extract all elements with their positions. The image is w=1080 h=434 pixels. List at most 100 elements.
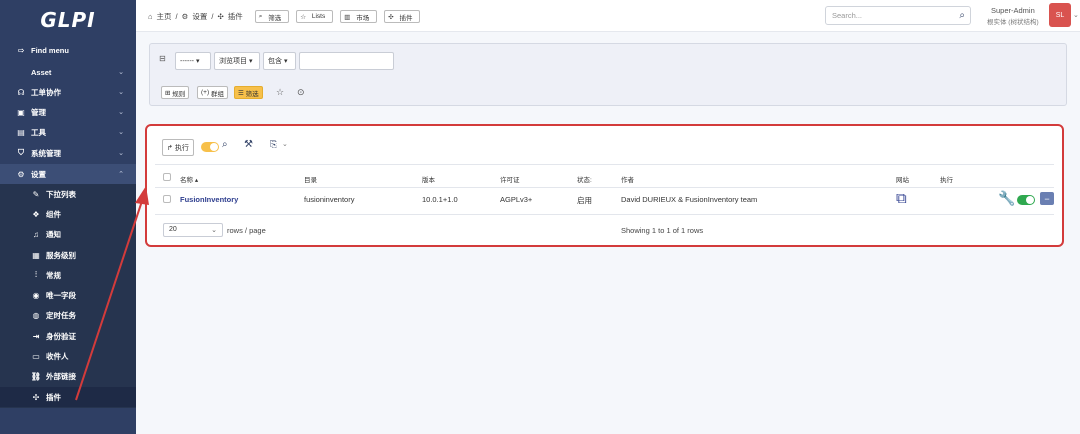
caret-down-icon: ▾ xyxy=(248,58,253,65)
item-type-select[interactable]: 浏览项目 ▾ xyxy=(214,52,260,70)
sidebar-item-asset[interactable]: Asset ⌄ xyxy=(0,62,136,82)
chevron-down-icon[interactable]: ⌄ xyxy=(282,140,288,148)
sidebar-item-assistance[interactable]: ☊ 工单协作 ⌄ xyxy=(0,82,136,102)
sidebar-subitem-unique-fields[interactable]: ◉ 唯一字段 xyxy=(0,285,136,305)
plugin-list-panel: ↱ 执行 ⌕ ⚒ ⎘ ⌄ 名称 ▴ 目录 版本 许可证 状态: 作者 网站 执行… xyxy=(145,124,1064,247)
star-icon: ☆ xyxy=(300,13,307,21)
reset-icon[interactable]: ⊙ xyxy=(297,87,305,98)
chevron-down-icon[interactable]: ⌄ xyxy=(1073,11,1079,19)
criteria-value-input[interactable] xyxy=(299,52,394,70)
clipboard-icon: ▦ xyxy=(32,250,40,260)
sidebar-subitem-authentication[interactable]: ⇥ 身份验证 xyxy=(0,326,136,346)
user-name[interactable]: Super-Admin xyxy=(991,6,1035,15)
breadcrumb-home[interactable]: 主页 xyxy=(157,11,172,22)
column-header-directory[interactable]: 目录 xyxy=(304,174,317,184)
plugin-name-link[interactable]: FusionInventory xyxy=(180,195,238,204)
chevron-down-icon: ⌄ xyxy=(118,150,124,157)
search-criteria-panel: ⊟ ------ ▾ 浏览项目 ▾ 包含 ▾ ⊞ 规则 (+) 群组 ☰ 筛选 … xyxy=(149,43,1067,106)
sidebar: GLPI ⇨ Find menu Asset ⌄ ☊ 工单协作 ⌄ ▣ 管理 ⌄… xyxy=(0,0,136,434)
gear-icon: ⚙ xyxy=(17,169,25,179)
row-checkbox[interactable] xyxy=(163,195,171,203)
marketplace-button[interactable]: ▥ 市场 xyxy=(340,10,378,23)
add-group-button[interactable]: (+) 群组 xyxy=(197,86,228,99)
search-submit-button[interactable]: ☰ 筛选 xyxy=(234,86,263,99)
puzzle-icon: ✣ xyxy=(217,12,224,21)
user-entity[interactable]: 根实体 (树状结构) xyxy=(987,16,1039,26)
column-header-website[interactable]: 网站 xyxy=(896,174,909,184)
star-icon[interactable]: ☆ xyxy=(276,87,284,98)
sidebar-subitem-notifications[interactable]: ♫ 通知 xyxy=(0,224,136,244)
field-select[interactable]: ------ ▾ xyxy=(175,52,211,70)
divider xyxy=(155,164,1054,165)
folder-minus-icon[interactable]: − xyxy=(1040,192,1054,205)
find-menu[interactable]: ⇨ Find menu xyxy=(0,40,136,60)
external-link-icon[interactable]: ⧉ xyxy=(896,190,907,207)
components-icon: ❖ xyxy=(32,209,40,219)
lists-button[interactable]: ☆ Lists xyxy=(296,10,334,23)
search-toggle[interactable] xyxy=(201,142,219,152)
sidebar-item-administration[interactable]: ⛉ 系统管理 ⌄ xyxy=(0,143,136,163)
execute-action-button[interactable]: ↱ 执行 xyxy=(162,139,194,156)
plugin-enable-toggle[interactable] xyxy=(1017,195,1035,205)
fingerprint-icon: ◉ xyxy=(32,290,40,300)
gear-icon: ⚙ xyxy=(181,12,189,21)
divider xyxy=(155,187,1054,188)
sidebar-subitem-dropdowns[interactable]: ✎ 下拉列表 xyxy=(0,184,136,204)
search-icon[interactable]: ⌕ xyxy=(222,139,228,150)
sidebar-subitem-plugins[interactable]: ✣ 插件 xyxy=(0,387,136,407)
rows-per-page-label: rows / page xyxy=(227,226,266,235)
page-size-select[interactable]: 20 ⌄ xyxy=(163,223,223,237)
sidebar-item-tools[interactable]: ▤ 工具 ⌄ xyxy=(0,122,136,142)
brackets-icon: (+) xyxy=(201,89,210,96)
glpi-logo[interactable]: GLPI xyxy=(0,0,136,40)
sidebar-item-setup[interactable]: ⚙ 设置 ⌃ xyxy=(0,164,136,184)
caret-down-icon: ▾ xyxy=(283,58,288,65)
plugin-status: 启用 xyxy=(577,196,592,205)
home-icon: ⌂ xyxy=(148,12,153,21)
avatar[interactable]: SL xyxy=(1049,3,1071,27)
headset-icon: ☊ xyxy=(17,87,25,97)
sidebar-subitem-receivers[interactable]: ▭ 收件人 xyxy=(0,346,136,366)
filter-button[interactable]: ⌕ 筛选 xyxy=(254,10,290,23)
plugins-button[interactable]: ✣ 插件 xyxy=(384,10,421,23)
column-header-name[interactable]: 名称 ▴ xyxy=(180,174,198,184)
export-file-icon[interactable]: ⎘ xyxy=(270,139,277,150)
top-bar: ⌂ 主页 / ⚙ 设置 / ✣ 插件 ⌕ 筛选 ☆ Lists ▥ 市场 ✣ 插… xyxy=(136,0,1080,32)
search-icon[interactable]: ⌕ xyxy=(959,10,965,21)
breadcrumb-plugins[interactable]: 插件 xyxy=(228,11,243,22)
caret-down-icon: ▾ xyxy=(195,58,200,65)
sidebar-subitem-automatic-actions[interactable]: ◍ 定时任务 xyxy=(0,305,136,325)
chevron-up-icon: ⌃ xyxy=(118,171,124,178)
chevron-down-icon: ⌄ xyxy=(118,129,124,136)
column-header-author[interactable]: 作者 xyxy=(621,174,634,184)
wrench-icon[interactable]: 🔧 xyxy=(998,190,1015,207)
sidebar-subitem-components[interactable]: ❖ 组件 xyxy=(0,204,136,224)
breadcrumb-settings[interactable]: 设置 xyxy=(192,11,207,22)
column-header-license[interactable]: 许可证 xyxy=(500,174,520,184)
puzzle-icon: ✣ xyxy=(32,392,40,402)
select-all-checkbox[interactable] xyxy=(163,173,171,181)
pagination-summary: Showing 1 to 1 of 1 rows xyxy=(621,226,704,235)
add-rule-button[interactable]: ⊞ 规则 xyxy=(161,86,190,99)
column-header-actions[interactable]: 执行 xyxy=(940,174,953,184)
chevron-down-icon: ⌄ xyxy=(118,69,124,76)
wrench-icon[interactable]: ⚒ xyxy=(244,139,253,150)
sidebar-subitem-general[interactable]: ⫶ 常规 xyxy=(0,265,136,285)
plus-square-icon: ⊞ xyxy=(165,89,171,97)
sidebar-subitem-service-levels[interactable]: ▦ 服务级别 xyxy=(0,245,136,265)
sliders-icon: ⫶ xyxy=(35,270,37,279)
chevron-down-icon: ⌄ xyxy=(211,227,217,234)
collapse-icon[interactable]: ⊟ xyxy=(159,54,166,63)
filter-list-icon: ☰ xyxy=(238,89,244,97)
sidebar-subitem-external-links[interactable]: ⛓ 外部链接 xyxy=(0,366,136,386)
sort-asc-icon: ▴ xyxy=(194,177,199,184)
play-circle-icon: ◍ xyxy=(32,310,40,320)
operator-select[interactable]: 包含 ▾ xyxy=(263,52,296,70)
column-header-status[interactable]: 状态: xyxy=(577,174,592,184)
sidebar-item-management[interactable]: ▣ 管理 ⌄ xyxy=(0,102,136,122)
search-icon: ⌕ xyxy=(258,12,263,20)
briefcase-icon: ▤ xyxy=(17,127,25,137)
search-input[interactable]: Search... ⌕ xyxy=(825,6,971,25)
column-header-version[interactable]: 版本 xyxy=(422,174,435,184)
edit-list-icon: ✎ xyxy=(32,189,40,199)
